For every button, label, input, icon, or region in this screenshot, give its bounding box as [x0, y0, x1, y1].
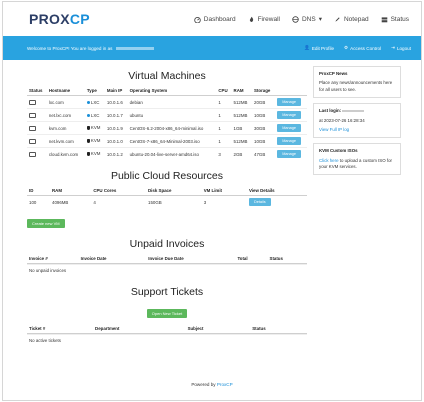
monitor-icon [29, 138, 36, 144]
fire-icon [249, 16, 253, 22]
access-control-link[interactable]: ⚙ Access Control [344, 45, 381, 51]
news-panel: ProxCP News Place any news/announcements… [313, 66, 401, 99]
col-cpu: CPU [216, 86, 232, 96]
iso-panel: KVM Custom ISOs Click here to upload a c… [313, 143, 401, 176]
sidebar: ProxCP News Place any news/announcements… [313, 66, 401, 180]
table-row: net.lxc.com LXC 10.0.1.7 ubuntu 1 512MB … [27, 108, 307, 122]
cloud-table: ID RAM CPU Cores Disk Space VM Limit Vie… [27, 186, 307, 208]
col-action [275, 86, 307, 96]
nav-links: Dashboard Firewall DNS ▾ Notepad Status [194, 15, 409, 23]
col-status: Status [27, 86, 47, 96]
table-row: cloud.kvm.com KVM 10.0.1.2 ubuntu-20.04-… [27, 147, 307, 160]
redacted-username [116, 46, 155, 50]
logout-icon: ⇥ [391, 45, 395, 50]
manage-button[interactable]: Manage [277, 111, 301, 119]
monitor-icon [29, 125, 36, 131]
invoices-table: Invoice # Invoice Date Invoice Due Date … [27, 254, 307, 264]
app-frame: PROXCP Dashboard Firewall DNS ▾ Notepad S… [2, 1, 422, 401]
col-ram: RAM [231, 86, 253, 96]
logo[interactable]: PROXCP [29, 11, 90, 27]
linux-icon [86, 125, 90, 130]
lxc-icon [86, 100, 90, 104]
no-tickets-text: No active tickets [27, 334, 307, 346]
gear-icon: ⚙ [344, 45, 349, 50]
welcome-bar: Welcome to ProxCP! You are logged in as … [3, 36, 421, 60]
upload-iso-link[interactable]: Click here [319, 158, 339, 163]
nav-dns[interactable]: DNS ▾ [292, 15, 322, 23]
server-icon [381, 16, 387, 22]
col-storage: Storage [252, 86, 276, 96]
manage-button[interactable]: Manage [277, 137, 301, 145]
welcome-text: Welcome to ProxCP! You are logged in as [27, 45, 113, 51]
redacted-ip [342, 109, 365, 112]
linux-icon [86, 138, 90, 143]
table-row: 100 4096MB 4 150GB 3 Details [27, 195, 307, 208]
lxc-icon [86, 113, 90, 117]
manage-button[interactable]: Manage [277, 150, 301, 158]
vm-section-title: Virtual Machines [128, 70, 206, 82]
pencil-icon [335, 16, 340, 22]
table-row: lxc.com LXC 10.0.1.6 debian 1 512MB 20GB… [27, 95, 307, 109]
col-os: Operating System [127, 86, 217, 96]
invoices-section-title: Unpaid Invoices [129, 238, 205, 250]
manage-button[interactable]: Manage [277, 124, 301, 132]
caret-down-icon: ▾ [318, 16, 322, 23]
table-row: net.kvm.com KVM 10.0.1.0 CentOS-7-x86_64… [27, 134, 307, 148]
col-hostname: Hostname [46, 86, 85, 96]
ip-log-link[interactable]: View Full IP log [319, 127, 395, 133]
last-login-panel: Last login: at 2023-07-26 16:28:34 View … [313, 103, 401, 139]
globe-icon [292, 15, 299, 23]
table-row: kvm.com KVM 10.0.1.9 CentOS-6.2-2004-x86… [27, 121, 307, 135]
open-ticket-button[interactable]: Open New Ticket [146, 309, 188, 318]
top-navbar: PROXCP Dashboard Firewall DNS ▾ Notepad S… [3, 2, 421, 36]
manage-button[interactable]: Manage [277, 98, 301, 106]
nav-firewall[interactable]: Firewall [248, 15, 280, 23]
edit-profile-link[interactable]: 👤 Edit Profile [304, 45, 334, 51]
create-vm-button[interactable]: Create new VM [27, 219, 65, 228]
no-invoices-text: No unpaid invoices [27, 264, 307, 276]
linux-icon [86, 151, 90, 156]
nav-dashboard[interactable]: Dashboard [194, 15, 236, 23]
tickets-section-title: Support Tickets [130, 286, 204, 298]
dashboard-icon [194, 16, 201, 23]
main-content: Virtual Machines Status Hostname Type Ma… [27, 64, 307, 346]
monitor-icon [29, 99, 36, 105]
nav-notepad[interactable]: Notepad [334, 15, 369, 23]
cloud-section-title: Public Cloud Resources [110, 170, 224, 182]
monitor-icon [29, 112, 36, 118]
user-icon: 👤 [304, 45, 310, 50]
footer: Powered by ProxCP [191, 382, 233, 387]
vm-table: Status Hostname Type Main IP Operating S… [27, 86, 307, 160]
account-links: 👤 Edit Profile ⚙ Access Control ⇥ Logout [304, 45, 411, 51]
details-button[interactable]: Details [248, 198, 271, 206]
nav-status[interactable]: Status [381, 15, 409, 23]
col-type: Type [84, 86, 105, 96]
footer-link[interactable]: ProxCP [217, 382, 233, 387]
col-main-ip: Main IP [104, 86, 128, 96]
logout-link[interactable]: ⇥ Logout [391, 45, 411, 51]
tickets-table: Ticket # Department Subject Status [27, 324, 307, 334]
monitor-icon [29, 151, 36, 157]
